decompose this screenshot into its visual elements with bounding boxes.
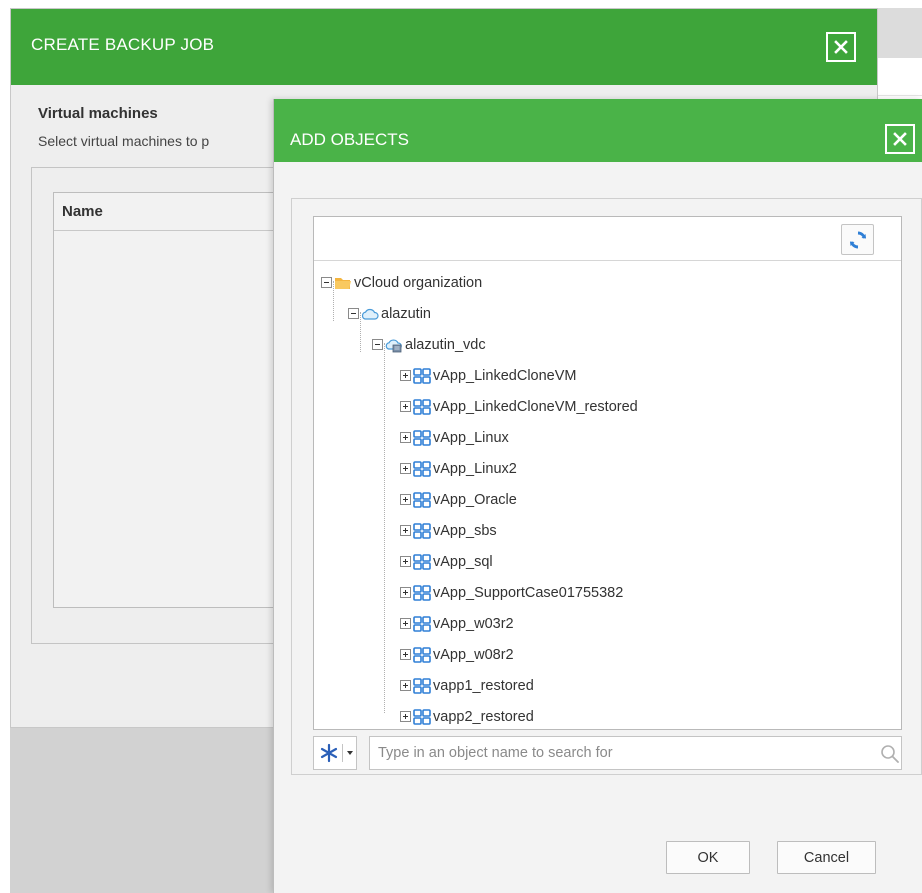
tree-node-label: vapp1_restored bbox=[433, 677, 534, 694]
expand-icon[interactable] bbox=[400, 494, 411, 505]
close-icon bbox=[834, 40, 848, 54]
tree-node-label: vapp2_restored bbox=[433, 708, 534, 725]
collapse-icon[interactable] bbox=[321, 277, 332, 288]
tree-node[interactable]: vApp_w08r2 bbox=[314, 639, 901, 670]
close-icon bbox=[893, 132, 907, 146]
cloud-icon bbox=[361, 306, 379, 322]
expand-icon[interactable] bbox=[400, 401, 411, 412]
tree-node[interactable]: vApp_Oracle bbox=[314, 484, 901, 515]
collapse-icon[interactable] bbox=[372, 339, 383, 350]
expand-icon[interactable] bbox=[400, 370, 411, 381]
tree-node[interactable]: vApp_LinkedCloneVM bbox=[314, 360, 901, 391]
tree-node-label: alazutin bbox=[381, 305, 431, 322]
vapp-icon bbox=[413, 367, 431, 384]
expand-icon[interactable] bbox=[400, 680, 411, 691]
filter-separator bbox=[342, 744, 343, 762]
expand-icon[interactable] bbox=[400, 618, 411, 629]
tree-node-label: vApp_sql bbox=[433, 553, 493, 570]
tree-node-label: vApp_LinkedCloneVM bbox=[433, 367, 577, 384]
vapp-icon bbox=[413, 522, 431, 539]
expand-icon[interactable] bbox=[400, 556, 411, 567]
refresh-icon bbox=[849, 231, 866, 248]
tree-node[interactable]: vapp1_restored bbox=[314, 670, 901, 701]
tree-node[interactable]: alazutin bbox=[314, 298, 901, 329]
tree-panel: vCloud organization alazutin alazutin_vdcv… bbox=[291, 198, 922, 775]
tree-node-label: vApp_SupportCase01755382 bbox=[433, 584, 624, 601]
section-title: Virtual machines bbox=[38, 105, 158, 122]
vapp-icon bbox=[413, 646, 431, 663]
vapp-icon bbox=[413, 708, 431, 725]
vm-panel: Name bbox=[31, 167, 303, 644]
filter-type-button[interactable] bbox=[313, 736, 357, 770]
refresh-button[interactable] bbox=[841, 224, 874, 255]
column-header-name[interactable]: Name bbox=[54, 193, 302, 231]
tree-toolbar bbox=[314, 217, 901, 261]
expand-icon[interactable] bbox=[400, 649, 411, 660]
expand-icon[interactable] bbox=[400, 711, 411, 722]
add-objects-close-button[interactable] bbox=[885, 124, 915, 154]
add-objects-header: ADD OBJECTS bbox=[274, 99, 922, 162]
object-tree: vCloud organization alazutin alazutin_vdcv… bbox=[313, 216, 902, 730]
ok-button[interactable]: OK bbox=[666, 841, 750, 874]
tree-node[interactable]: vApp_Linux2 bbox=[314, 453, 901, 484]
vapp-icon bbox=[413, 491, 431, 508]
vapp-icon bbox=[413, 677, 431, 694]
tree-node[interactable]: vApp_sbs bbox=[314, 515, 901, 546]
add-objects-title: ADD OBJECTS bbox=[290, 130, 410, 149]
tree-node-label: vApp_LinkedCloneVM_restored bbox=[433, 398, 638, 415]
vapp-icon bbox=[413, 553, 431, 570]
backup-close-button[interactable] bbox=[826, 32, 856, 62]
vm-table: Name bbox=[53, 192, 303, 608]
section-description: Select virtual machines to p bbox=[38, 133, 210, 149]
tree-list: vCloud organization alazutin alazutin_vdcv… bbox=[314, 261, 901, 732]
expand-icon[interactable] bbox=[400, 587, 411, 598]
tree-node-label: vApp_w03r2 bbox=[433, 615, 514, 632]
cancel-button[interactable]: Cancel bbox=[777, 841, 876, 874]
tree-node[interactable]: vApp_w03r2 bbox=[314, 608, 901, 639]
asterisk-icon bbox=[320, 743, 338, 763]
tree-node[interactable]: vCloud organization bbox=[314, 267, 901, 298]
collapse-icon[interactable] bbox=[348, 308, 359, 319]
backup-dialog-title: CREATE BACKUP JOB bbox=[31, 35, 215, 54]
search-row bbox=[313, 736, 902, 770]
tree-node-label: vApp_Oracle bbox=[433, 491, 517, 508]
vapp-icon bbox=[413, 398, 431, 415]
tree-node-label: vApp_w08r2 bbox=[433, 646, 514, 663]
vapp-icon bbox=[413, 584, 431, 601]
tree-node-label: vApp_Linux2 bbox=[433, 460, 517, 477]
chevron-down-icon bbox=[347, 751, 353, 755]
tree-node-label: vApp_sbs bbox=[433, 522, 497, 539]
add-objects-dialog: ADD OBJECTS vCloud organization alazutin… bbox=[273, 99, 922, 893]
tree-node-label: alazutin_vdc bbox=[405, 336, 486, 353]
tree-node[interactable]: vApp_Linux bbox=[314, 422, 901, 453]
vapp-icon bbox=[413, 615, 431, 632]
expand-icon[interactable] bbox=[400, 432, 411, 443]
tree-node[interactable]: vApp_sql bbox=[314, 546, 901, 577]
tree-node[interactable]: vApp_LinkedCloneVM_restored bbox=[314, 391, 901, 422]
search-icon[interactable] bbox=[880, 744, 900, 764]
folder-icon bbox=[334, 275, 352, 291]
tree-node-label: vCloud organization bbox=[354, 274, 483, 291]
expand-icon[interactable] bbox=[400, 525, 411, 536]
search-input[interactable] bbox=[369, 736, 902, 770]
background-divider bbox=[878, 95, 922, 96]
tree-node[interactable]: vapp2_restored bbox=[314, 701, 901, 732]
vdc-icon bbox=[385, 337, 403, 353]
tree-node[interactable]: vApp_SupportCase01755382 bbox=[314, 577, 901, 608]
tree-node-label: vApp_Linux bbox=[433, 429, 509, 446]
tree-node[interactable]: alazutin_vdc bbox=[314, 329, 901, 360]
background-strip bbox=[878, 8, 922, 58]
vapp-icon bbox=[413, 460, 431, 477]
backup-dialog-header: CREATE BACKUP JOB bbox=[11, 9, 877, 85]
vapp-icon bbox=[413, 429, 431, 446]
expand-icon[interactable] bbox=[400, 463, 411, 474]
